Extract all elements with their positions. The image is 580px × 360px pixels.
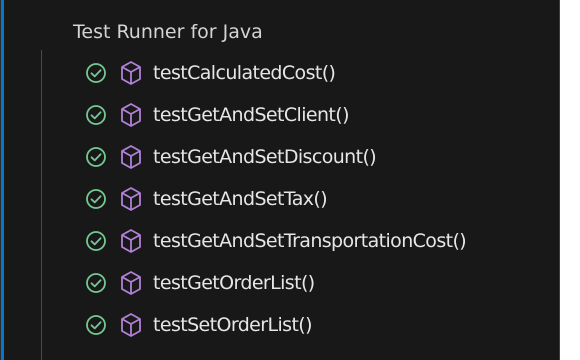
- test-item[interactable]: testGetAndSetClient(): [1, 94, 561, 136]
- test-item[interactable]: testCalculatedCost(): [1, 52, 561, 94]
- test-name: testGetAndSetClient(): [153, 104, 349, 126]
- test-item[interactable]: testGetAndSetTransportationCost(): [1, 220, 561, 262]
- test-name: testGetOrderList(): [153, 272, 315, 294]
- pass-circle-icon: [86, 189, 106, 209]
- test-runner-group-title[interactable]: Test Runner for Java: [73, 16, 263, 48]
- pass-circle-icon: [86, 147, 106, 167]
- test-name: testSetOrderList(): [153, 314, 313, 336]
- test-name: testGetAndSetDiscount(): [153, 146, 377, 168]
- test-name: testGetAndSetTransportationCost(): [153, 230, 467, 252]
- test-item[interactable]: testGetAndSetTax(): [1, 178, 561, 220]
- pass-circle-icon: [86, 273, 106, 293]
- pass-circle-icon: [86, 63, 106, 83]
- method-cube-icon: [121, 229, 141, 253]
- pass-circle-icon: [86, 231, 106, 251]
- method-cube-icon: [121, 61, 141, 85]
- pass-circle-icon: [86, 315, 106, 335]
- test-name: testGetAndSetTax(): [153, 188, 328, 210]
- test-item[interactable]: testSetOrderList(): [1, 304, 561, 346]
- method-cube-icon: [121, 187, 141, 211]
- pass-circle-icon: [86, 105, 106, 125]
- test-item[interactable]: testGetOrderList(): [1, 262, 561, 304]
- method-cube-icon: [121, 145, 141, 169]
- test-item[interactable]: testGetAndSetDiscount(): [1, 136, 561, 178]
- method-cube-icon: [121, 271, 141, 295]
- method-cube-icon: [121, 313, 141, 337]
- test-name: testCalculatedCost(): [153, 62, 336, 84]
- test-list: testCalculatedCost() testGetAndSetClient…: [1, 52, 561, 346]
- method-cube-icon: [121, 103, 141, 127]
- test-explorer-panel: Test Runner for Java testCalculatedCost(…: [0, 0, 560, 360]
